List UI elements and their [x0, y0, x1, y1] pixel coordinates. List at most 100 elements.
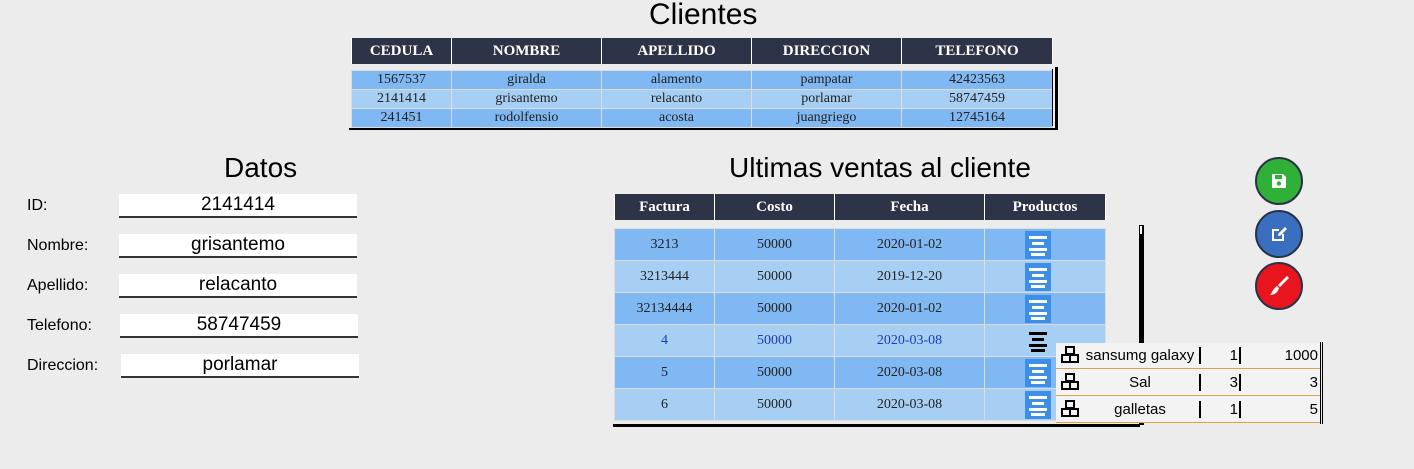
products-list-button[interactable] [1025, 262, 1051, 291]
products-list-button-active[interactable] [1025, 327, 1051, 355]
column-header-factura[interactable]: Factura [614, 194, 715, 220]
cell-costo: 50000 [714, 388, 835, 421]
boxes-icon [1061, 373, 1079, 390]
cell-direccion: juangriego [751, 108, 902, 128]
direccion-field[interactable] [121, 354, 359, 378]
product-qty: 3 [1229, 374, 1238, 391]
cell-telefono: 12745164 [901, 108, 1053, 128]
column-header-productos[interactable]: Productos [984, 194, 1106, 220]
ventas-scrollbar-thumb[interactable] [1140, 226, 1142, 234]
product-name: sansumg galaxy [1085, 347, 1195, 364]
ventas-table: 3213 50000 2020-01-02 3213444 50000 2019… [614, 228, 1106, 421]
id-field[interactable] [119, 194, 357, 218]
table-row[interactable]: 6 50000 2020-03-08 [614, 388, 1106, 421]
cell-factura: 5 [614, 356, 715, 389]
clientes-table: 1567537 giralda alamento pampatar 424235… [351, 70, 1053, 128]
cell-costo: 50000 [714, 292, 835, 325]
ventas-table-header: Factura Costo Fecha Productos [614, 194, 1106, 220]
table-row[interactable]: 241451 rodolfensio acosta juangriego 127… [351, 108, 1053, 128]
column-header-telefono[interactable]: TELEFONO [901, 38, 1053, 64]
table-row[interactable]: 3213444 50000 2019-12-20 [614, 260, 1106, 293]
list-icon [1029, 235, 1047, 239]
boxes-icon [1061, 400, 1079, 417]
cell-apellido: relacanto [601, 89, 752, 109]
clientes-table-header: CEDULA NOMBRE APELLIDO DIRECCION TELEFON… [351, 38, 1053, 64]
product-price: 1000 [1284, 347, 1318, 364]
broom-icon [1270, 276, 1289, 295]
cell-factura: 32134444 [614, 292, 715, 325]
id-label: ID: [27, 197, 48, 214]
table-row[interactable]: 32134444 50000 2020-01-02 [614, 292, 1106, 325]
products-list-button[interactable] [1025, 390, 1051, 419]
cell-cedula: 241451 [351, 108, 452, 128]
datos-title: Datos [224, 152, 298, 183]
cell-factura: 6 [614, 388, 715, 421]
cell-factura: 3213 [614, 228, 715, 261]
list-item[interactable]: sansumg galaxy 1 1000 [1056, 343, 1320, 369]
cell-costo: 50000 [714, 228, 835, 261]
cell-fecha: 2020-03-08 [834, 388, 985, 421]
cell-costo: 50000 [714, 260, 835, 293]
apellido-label: Apellido: [27, 277, 89, 294]
clear-button[interactable] [1255, 262, 1303, 310]
edit-icon [1272, 227, 1287, 241]
divider [1239, 374, 1241, 391]
cell-cedula: 2141414 [351, 89, 452, 109]
clientes-title: Clientes [649, 0, 758, 31]
product-qty: 1 [1229, 347, 1238, 364]
cell-fecha: 2020-03-08 [834, 324, 985, 357]
column-header-direccion[interactable]: DIRECCION [751, 38, 902, 64]
column-header-apellido[interactable]: APELLIDO [601, 38, 752, 64]
table-row[interactable]: 5 50000 2020-03-08 [614, 356, 1106, 389]
nombre-label: Nombre: [27, 237, 89, 254]
table-row[interactable]: 2141414 grisantemo relacanto porlamar 58… [351, 89, 1053, 109]
divider [1199, 374, 1201, 391]
column-header-fecha[interactable]: Fecha [834, 194, 985, 220]
column-header-cedula[interactable]: CEDULA [351, 38, 452, 64]
apellido-field[interactable] [119, 274, 357, 298]
table-row[interactable]: 3213 50000 2020-01-02 [614, 228, 1106, 261]
divider [1239, 347, 1241, 364]
products-popup: sansumg galaxy 1 1000 Sal 3 3 galletas 1… [1056, 343, 1320, 423]
cell-factura: 4 [614, 324, 715, 357]
telefono-field[interactable] [120, 314, 358, 338]
table-row-selected[interactable]: 4 50000 2020-03-08 [614, 324, 1106, 357]
save-icon [1272, 174, 1286, 188]
divider [1239, 401, 1241, 418]
column-header-nombre[interactable]: NOMBRE [451, 38, 602, 64]
cell-apellido: alamento [601, 70, 752, 90]
cell-nombre: grisantemo [451, 89, 602, 109]
edit-button[interactable] [1255, 210, 1303, 258]
divider [1199, 401, 1201, 418]
list-icon [1029, 267, 1047, 271]
cell-productos [984, 228, 1106, 261]
cell-apellido: acosta [601, 108, 752, 128]
products-list-button[interactable] [1025, 358, 1051, 387]
column-header-costo[interactable]: Costo [714, 194, 835, 220]
list-item[interactable]: Sal 3 3 [1056, 370, 1320, 396]
cell-fecha: 2020-01-02 [834, 228, 985, 261]
products-list-button[interactable] [1025, 230, 1051, 259]
cell-fecha: 2020-03-08 [834, 356, 985, 389]
divider [1199, 347, 1201, 364]
product-name: Sal [1129, 374, 1151, 391]
list-icon [1029, 299, 1047, 303]
direccion-label: Direccion: [27, 357, 99, 374]
nombre-field[interactable] [119, 234, 357, 258]
products-list-button[interactable] [1025, 294, 1051, 323]
list-icon [1029, 395, 1047, 399]
cell-direccion: porlamar [751, 89, 902, 109]
cell-factura: 3213444 [614, 260, 715, 293]
product-name: galletas [1114, 401, 1166, 418]
save-button[interactable] [1255, 157, 1303, 205]
cell-direccion: pampatar [751, 70, 902, 90]
list-icon [1029, 363, 1047, 367]
table-row[interactable]: 1567537 giralda alamento pampatar 424235… [351, 70, 1053, 90]
cell-costo: 50000 [714, 356, 835, 389]
cell-costo: 50000 [714, 324, 835, 357]
cell-telefono: 58747459 [901, 89, 1053, 109]
telefono-label: Telefono: [27, 317, 92, 334]
list-item[interactable]: galletas 1 5 [1056, 397, 1320, 423]
cell-nombre: rodolfensio [451, 108, 602, 128]
products-popup-scrollbar[interactable] [1320, 342, 1323, 424]
